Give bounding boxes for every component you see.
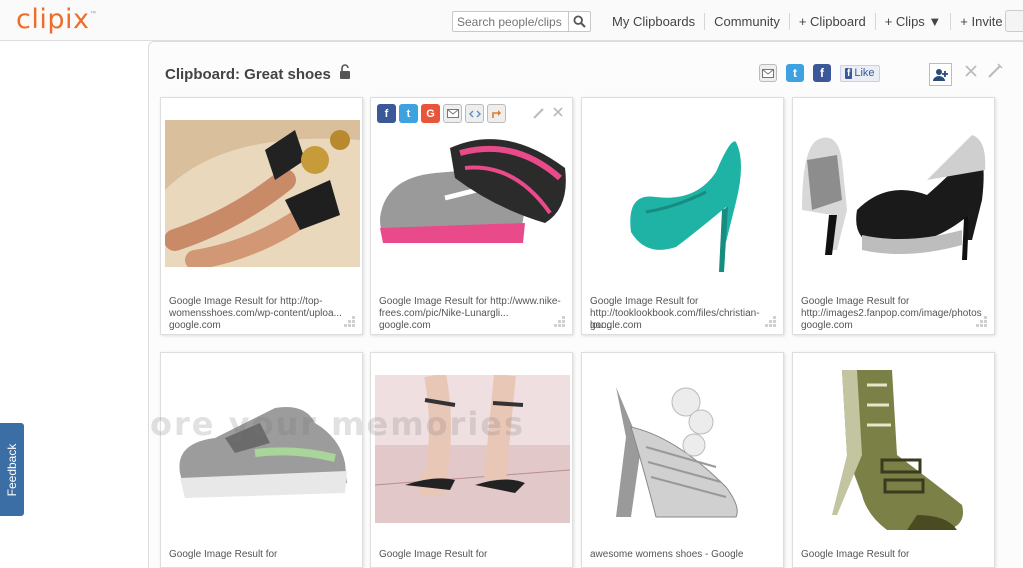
add-collaborator-button[interactable] [929, 63, 952, 86]
twitter-icon[interactable]: t [399, 104, 418, 123]
clip-caption[interactable]: Google Image Result for http://images2.f… [801, 296, 989, 320]
clip-image[interactable] [586, 112, 781, 277]
search-input[interactable] [453, 12, 567, 31]
search-button[interactable] [568, 12, 590, 31]
clip-card[interactable]: Google Image Result for [792, 352, 995, 568]
drag-grip-icon[interactable] [765, 316, 777, 328]
nav-add-clipboard[interactable]: + Clipboard [788, 13, 875, 30]
clip-edit-tools [532, 106, 564, 120]
clip-source[interactable]: google.com [379, 320, 567, 332]
search-box [452, 11, 591, 32]
close-icon[interactable] [552, 106, 564, 118]
email-share-icon[interactable] [759, 64, 777, 82]
clip-image[interactable] [586, 367, 781, 527]
clip-caption[interactable]: Google Image Result for http://www.nike-… [379, 296, 567, 320]
main-nav: My Clipboards Community + Clipboard + Cl… [603, 13, 1023, 30]
feedback-label: Feedback [5, 443, 19, 496]
clipboard-title: Clipboard: Great shoes [165, 66, 331, 83]
clip-caption[interactable]: Google Image Result for [379, 549, 567, 561]
drag-grip-icon[interactable] [976, 316, 988, 328]
clip-source[interactable]: google.com [801, 320, 989, 332]
clip-image[interactable] [374, 372, 571, 523]
facebook-like-button[interactable]: f Like [840, 64, 880, 82]
clip-image[interactable] [375, 128, 570, 253]
search-icon [573, 15, 586, 28]
like-badge: f [845, 67, 853, 79]
facebook-icon[interactable]: f [377, 104, 396, 123]
clipix-logo[interactable]: clipix™ [16, 4, 98, 35]
clip-caption[interactable]: Google Image Result for [169, 549, 357, 561]
clip-image[interactable] [797, 120, 992, 267]
embed-icon[interactable] [465, 104, 484, 123]
edit-pencil-icon[interactable] [987, 63, 1003, 84]
clip-card[interactable]: f t G Google Image Result for http://www… [370, 97, 573, 335]
email-icon[interactable] [443, 104, 462, 123]
like-label: Like [854, 67, 875, 79]
clip-caption[interactable]: awesome womens shoes - Google [590, 549, 778, 561]
top-bar: clipix™ My Clipboards Community + Clipbo… [0, 0, 1023, 41]
clip-source[interactable]: google.com [169, 320, 357, 332]
trademark: ™ [89, 10, 98, 19]
edit-pencil-icon[interactable] [532, 106, 546, 120]
unlock-icon[interactable] [339, 64, 351, 85]
clip-caption[interactable]: Google Image Result for http://top-women… [169, 296, 357, 320]
clip-share-toolbar: f t G [377, 104, 506, 123]
clip-card[interactable]: Google Image Result for http://tooklookb… [581, 97, 784, 335]
clip-image[interactable] [797, 365, 992, 535]
logo-text: clipix [16, 4, 90, 35]
clip-card[interactable]: Google Image Result for [370, 352, 573, 568]
clip-card[interactable]: Google Image Result for [160, 352, 363, 568]
clip-image[interactable] [164, 120, 360, 270]
nav-my-clipboards[interactable]: My Clipboards [603, 13, 704, 30]
google-icon[interactable]: G [421, 104, 440, 123]
twitter-share-icon[interactable]: t [786, 64, 804, 82]
reclip-icon[interactable] [487, 104, 506, 123]
drag-grip-icon[interactable] [554, 316, 566, 328]
feedback-tab[interactable]: Feedback [0, 423, 24, 516]
nav-community[interactable]: Community [704, 13, 789, 30]
drag-grip-icon[interactable] [344, 316, 356, 328]
clip-source[interactable]: google.com [590, 320, 778, 332]
clip-caption[interactable]: Google Image Result for [801, 549, 989, 561]
close-icon[interactable] [964, 64, 978, 83]
clip-card[interactable]: awesome womens shoes - Google [581, 352, 784, 568]
share-bar: t f f Like [759, 64, 880, 82]
nav-add-clips[interactable]: + Clips ▼ [874, 13, 951, 30]
clip-card[interactable]: Google Image Result for http://images2.f… [792, 97, 995, 335]
clip-image[interactable] [165, 383, 360, 513]
add-user-icon [932, 68, 948, 81]
clip-card[interactable]: Google Image Result for http://top-women… [160, 97, 363, 335]
user-menu-edge[interactable] [1005, 10, 1023, 32]
facebook-share-icon[interactable]: f [813, 64, 831, 82]
